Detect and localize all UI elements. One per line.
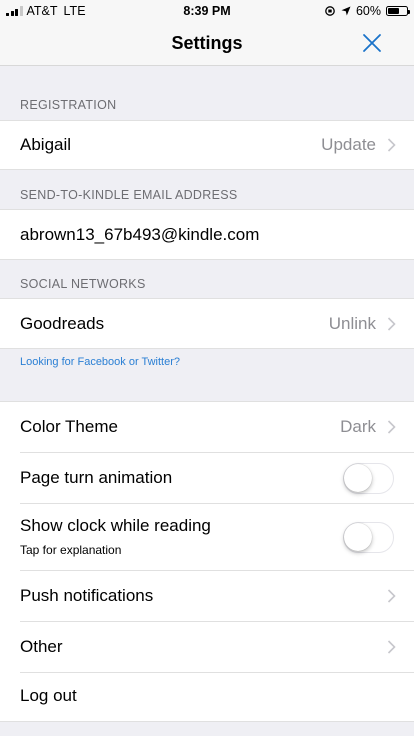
- page-turn-toggle[interactable]: [343, 463, 394, 494]
- show-clock-toggle[interactable]: [343, 522, 394, 553]
- chevron-right-icon: [387, 138, 396, 152]
- toggle-knob: [344, 464, 372, 492]
- other-row[interactable]: Other: [0, 622, 414, 672]
- divider: [0, 259, 414, 260]
- kindle-email-header: SEND-TO-KINDLE EMAIL ADDRESS: [20, 188, 238, 202]
- social-networks-header: SOCIAL NETWORKS: [20, 277, 146, 291]
- options-group: Color Theme Dark Page turn animation Sho…: [0, 402, 414, 721]
- show-clock-row: Show clock while reading Tap for explana…: [0, 504, 414, 570]
- show-clock-label: Show clock while reading: [20, 516, 211, 535]
- page-title: Settings: [171, 33, 243, 53]
- location-icon: [341, 6, 351, 16]
- status-bar: AT&T LTE 8:39 PM 60%: [0, 0, 414, 22]
- navigation-bar: Settings: [0, 22, 414, 66]
- page-turn-label: Page turn animation: [20, 468, 173, 487]
- registration-name: Abigail: [20, 135, 72, 154]
- battery-icon: [386, 6, 410, 16]
- color-theme-label: Color Theme: [20, 417, 118, 436]
- divider: [0, 348, 414, 349]
- orientation-lock-icon: [325, 6, 335, 16]
- other-label: Other: [20, 637, 63, 656]
- chevron-right-icon: [387, 589, 396, 603]
- chevron-right-icon: [387, 317, 396, 331]
- goodreads-label: Goodreads: [20, 314, 105, 333]
- unlink-button[interactable]: Unlink: [329, 314, 376, 334]
- color-theme-value: Dark: [340, 417, 376, 436]
- battery-percent: 60%: [355, 4, 381, 18]
- divider: [0, 169, 414, 170]
- goodreads-row[interactable]: Goodreads Unlink: [0, 299, 414, 348]
- close-icon[interactable]: [360, 31, 384, 55]
- page-turn-row: Page turn animation: [0, 453, 414, 503]
- registration-row[interactable]: Abigail Update: [0, 121, 414, 169]
- facebook-twitter-link[interactable]: Looking for Facebook or Twitter?: [20, 356, 180, 368]
- update-link[interactable]: Update: [321, 135, 376, 155]
- divider: [0, 721, 414, 722]
- push-notifications-label: Push notifications: [20, 586, 154, 605]
- kindle-email-row: abrown13_67b493@kindle.com: [0, 210, 414, 259]
- status-right: 60%: [324, 4, 410, 18]
- registration-header: REGISTRATION: [20, 98, 117, 112]
- chevron-right-icon: [387, 420, 396, 434]
- toggle-knob: [344, 523, 372, 551]
- logout-row[interactable]: Log out: [0, 673, 414, 721]
- color-theme-row[interactable]: Color Theme Dark: [0, 402, 414, 452]
- push-notifications-row[interactable]: Push notifications: [0, 571, 414, 621]
- logout-label: Log out: [20, 686, 77, 705]
- clock-explanation-link[interactable]: Tap for explanation: [20, 543, 121, 557]
- kindle-email: abrown13_67b493@kindle.com: [20, 225, 260, 244]
- chevron-right-icon: [387, 640, 396, 654]
- battery-level: [388, 8, 399, 14]
